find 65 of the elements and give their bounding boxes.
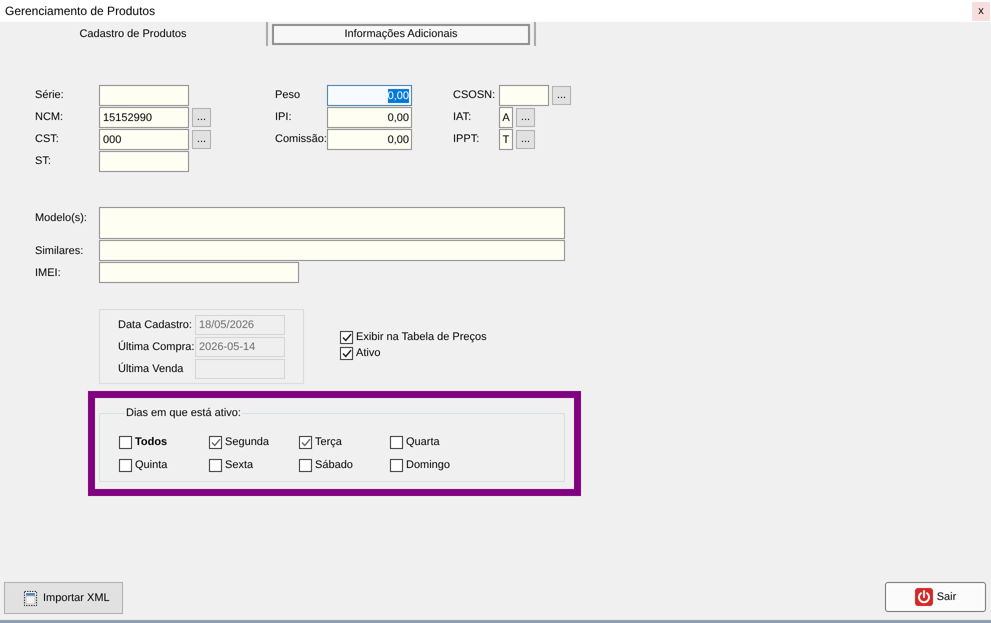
input-field[interactable] [99,85,189,106]
checkbox[interactable] [209,436,222,449]
input-field[interactable]: 0,00 [327,85,412,106]
input-field[interactable] [499,85,549,106]
field-label: Série: [35,88,65,104]
field-label: Peso [275,88,302,104]
checkbox[interactable] [340,331,353,344]
lookup-button[interactable]: ... [516,108,535,127]
input-field[interactable] [99,207,565,239]
field-label: Última Compra: [118,340,195,355]
field-label: Similares: [35,244,84,259]
checkmark-icon [300,438,310,447]
checkbox-label[interactable]: Sábado [315,459,353,472]
lookup-button[interactable]: ... [516,130,535,149]
group-title: Dias em que está ativo: [125,406,242,420]
checkbox-label[interactable]: Quarta [406,436,440,449]
window-icon [24,590,37,606]
lookup-button[interactable]: ... [192,130,211,149]
input-field[interactable] [99,262,299,283]
lookup-button[interactable]: ... [192,108,211,127]
field-label: Data Cadastro: [118,318,193,333]
field-label: IMEI: [35,266,62,281]
input-field[interactable]: T [499,129,513,150]
checkbox[interactable] [390,436,403,449]
checkbox-label[interactable]: Todos [135,436,168,449]
field-label: CSOSN: [453,88,496,104]
checkbox[interactable] [119,459,132,472]
exit-button[interactable]: Sair [885,582,986,612]
checkbox[interactable] [209,459,222,472]
field-label: Modelo(s): [35,211,88,226]
field-label: NCM: [35,110,64,126]
checkbox[interactable] [390,459,403,472]
checkbox-label[interactable]: Exibir na Tabela de Preços [356,331,487,344]
checkmark-icon [210,438,220,447]
field-label: Última Venda [118,362,184,377]
checkbox-label[interactable]: Domingo [406,459,450,472]
input-field[interactable] [99,151,189,172]
tab[interactable]: Informações Adicionais [272,24,530,45]
field-label: CST: [35,132,60,148]
close-button[interactable]: x [972,2,990,20]
checkbox-label[interactable]: Sexta [225,459,254,472]
checkbox[interactable] [340,347,353,360]
checkbox-label[interactable]: Ativo [356,347,380,360]
checkbox-label[interactable]: Terça [315,436,342,449]
field-label: IPPT: [453,132,480,148]
checkbox[interactable] [299,436,312,449]
field-label: IPI: [275,110,293,126]
input-field[interactable]: 15152990 [99,107,189,128]
lookup-button[interactable]: ... [552,86,571,105]
input-field[interactable]: A [499,107,513,128]
checkbox-label[interactable]: Quinta [135,459,168,472]
checkbox-label[interactable]: Segunda [225,436,270,449]
input-field[interactable] [99,240,565,261]
import-button[interactable]: Importar XML [4,582,123,614]
checkbox[interactable] [299,459,312,472]
tab[interactable]: Cadastro de Produtos [4,24,262,45]
power-icon [914,588,933,606]
input-field[interactable]: 0,00 [327,129,412,150]
input-field[interactable]: 000 [99,129,189,150]
field-label: ST: [35,154,52,170]
window-title: Gerenciamento de Produtos [4,3,156,20]
field-label: Comissão: [275,132,327,148]
checkbox[interactable] [119,436,132,449]
input-field[interactable]: 0,00 [327,107,412,128]
field-label: IAT: [453,110,472,126]
